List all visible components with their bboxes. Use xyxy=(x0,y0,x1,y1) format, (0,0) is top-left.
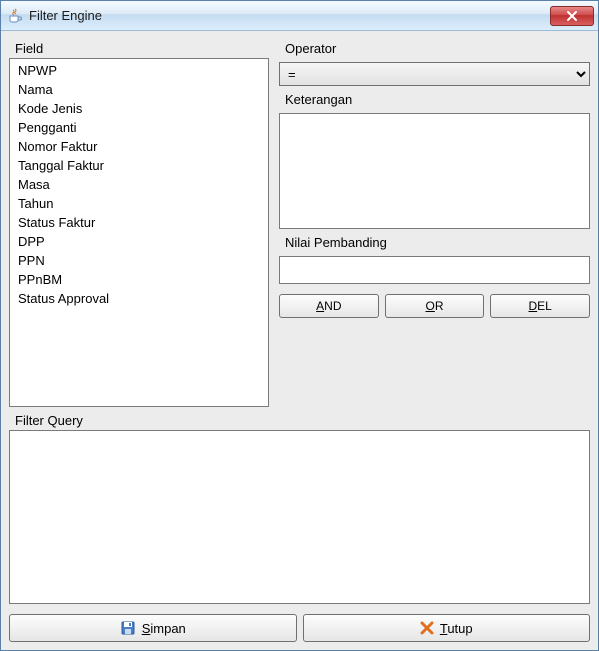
or-rest: R xyxy=(435,299,444,313)
filter-engine-window: Filter Engine Field NPWPNamaKode JenisPe… xyxy=(0,0,599,651)
field-list-item[interactable]: Tanggal Faktur xyxy=(12,156,266,175)
field-listbox[interactable]: NPWPNamaKode JenisPenggantiNomor FakturT… xyxy=(10,59,268,406)
field-list-item[interactable]: PPN xyxy=(12,251,266,270)
footer-button-row: Simpan Tutup xyxy=(9,614,590,642)
close-button[interactable] xyxy=(550,6,594,26)
and-mnemonic: A xyxy=(316,299,324,313)
close-icon xyxy=(566,11,578,21)
field-list-item[interactable]: Kode Jenis xyxy=(12,99,266,118)
field-list-item[interactable]: Pengganti xyxy=(12,118,266,137)
field-label: Field xyxy=(9,39,269,58)
floppy-disk-icon xyxy=(120,620,136,636)
tutup-button[interactable]: Tutup xyxy=(303,614,591,642)
field-list-item[interactable]: Nama xyxy=(12,80,266,99)
titlebar: Filter Engine xyxy=(1,1,598,31)
top-row: Field NPWPNamaKode JenisPenggantiNomor F… xyxy=(9,39,590,407)
keterangan-textarea[interactable] xyxy=(279,113,590,229)
field-list-item[interactable]: PPnBM xyxy=(12,270,266,289)
del-mnemonic: D xyxy=(529,299,538,313)
field-list-item[interactable]: Nomor Faktur xyxy=(12,137,266,156)
and-button[interactable]: AND xyxy=(279,294,379,318)
simpan-rest: impan xyxy=(150,621,185,636)
keterangan-label: Keterangan xyxy=(279,90,590,109)
client-area: Field NPWPNamaKode JenisPenggantiNomor F… xyxy=(1,31,598,650)
or-mnemonic: O xyxy=(426,299,435,313)
filter-query-textarea[interactable] xyxy=(9,430,590,604)
nilai-pembanding-input[interactable] xyxy=(279,256,590,284)
operator-label: Operator xyxy=(279,39,590,58)
field-list-item[interactable]: Tahun xyxy=(12,194,266,213)
field-list-item[interactable]: Status Faktur xyxy=(12,213,266,232)
filter-query-label: Filter Query xyxy=(9,411,590,430)
del-rest: EL xyxy=(537,299,552,313)
right-column: Operator = Keterangan Nilai Pembanding A… xyxy=(279,39,590,407)
and-rest: ND xyxy=(324,299,341,313)
field-list-item[interactable]: DPP xyxy=(12,232,266,251)
window-title: Filter Engine xyxy=(29,8,544,23)
logic-button-row: AND OR DEL xyxy=(279,294,590,318)
filter-query-section: Filter Query xyxy=(9,411,590,604)
simpan-button[interactable]: Simpan xyxy=(9,614,297,642)
or-button[interactable]: OR xyxy=(385,294,485,318)
field-list-item[interactable]: NPWP xyxy=(12,61,266,80)
java-cup-icon xyxy=(7,8,23,24)
del-button[interactable]: DEL xyxy=(490,294,590,318)
field-list-item[interactable]: Status Approval xyxy=(12,289,266,308)
nilai-pembanding-label: Nilai Pembanding xyxy=(279,233,590,252)
cross-icon xyxy=(420,621,434,635)
operator-combobox[interactable]: = xyxy=(279,62,590,86)
field-section: Field NPWPNamaKode JenisPenggantiNomor F… xyxy=(9,39,269,407)
tutup-rest: utup xyxy=(447,621,472,636)
field-list-item[interactable]: Masa xyxy=(12,175,266,194)
field-listbox-wrap: NPWPNamaKode JenisPenggantiNomor FakturT… xyxy=(9,58,269,407)
